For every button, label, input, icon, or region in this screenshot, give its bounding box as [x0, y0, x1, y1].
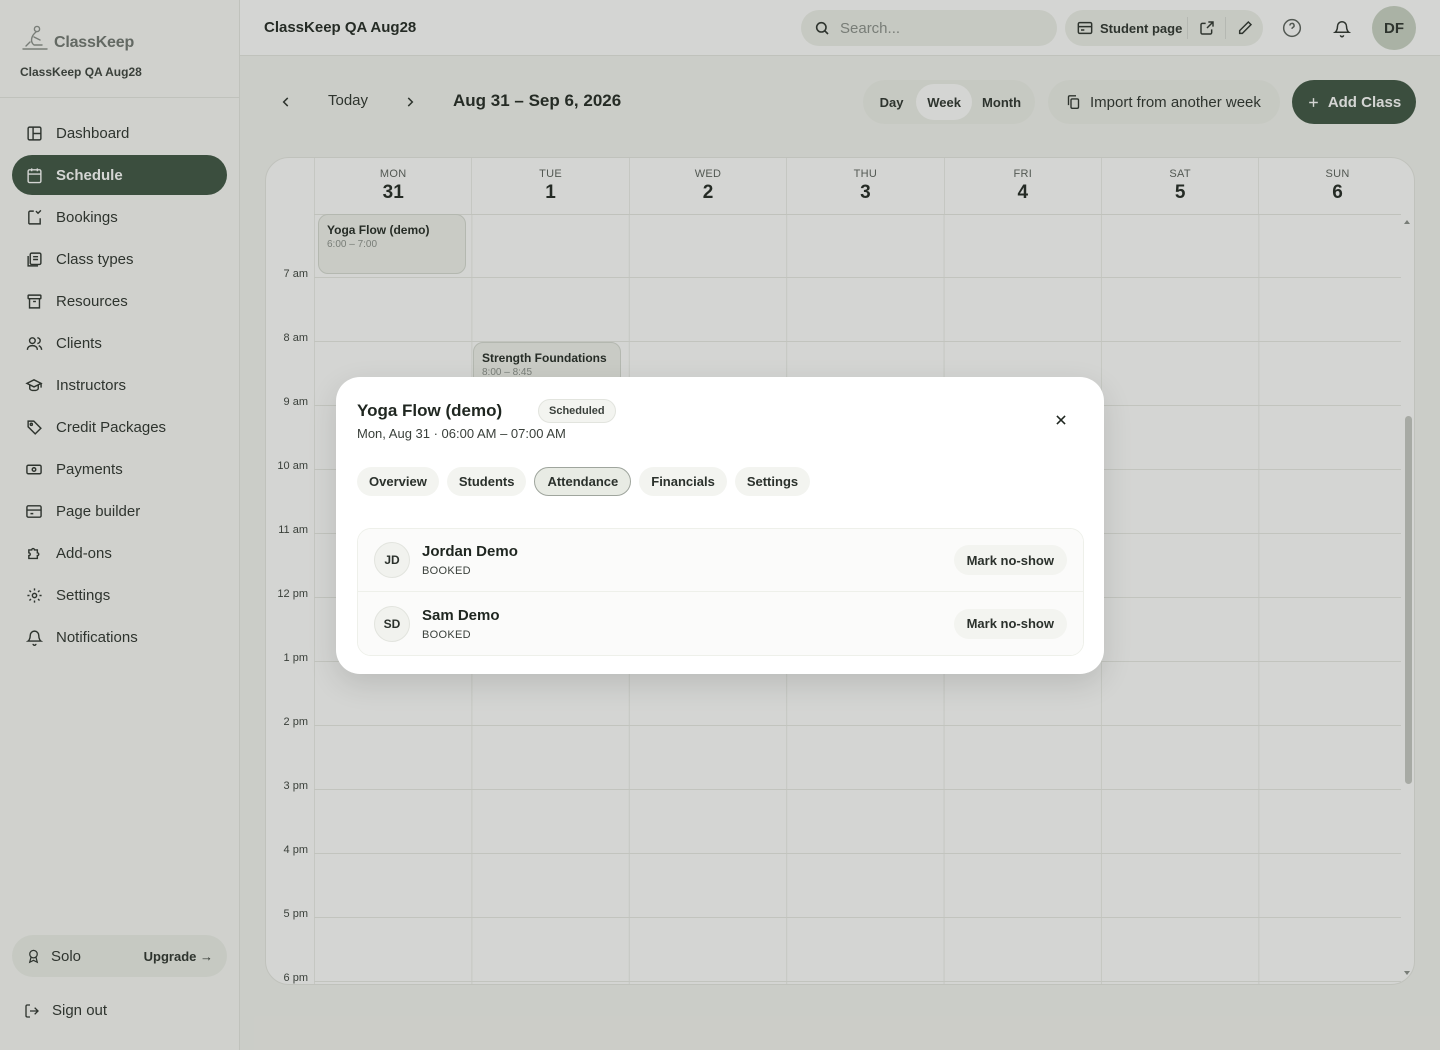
attendee-name: Jordan Demo: [422, 543, 518, 560]
dialog-subtitle: Mon, Aug 31 · 06:00 AM – 07:00 AM: [357, 426, 566, 441]
tab-financials[interactable]: Financials: [639, 467, 727, 496]
attendee-name: Sam Demo: [422, 606, 500, 624]
tab-attendance[interactable]: Attendance: [534, 467, 632, 496]
class-details-dialog: Yoga Flow (demo) Scheduled Mon, Aug 31 ·…: [336, 377, 1104, 674]
attendee-row: JD Jordan Demo BOOKED Mark no-show: [358, 529, 1083, 592]
mark-no-show-button[interactable]: Mark no-show: [953, 545, 1067, 575]
close-button[interactable]: [1050, 409, 1072, 431]
attendance-list: JD Jordan Demo BOOKED Mark no-show SD Sa…: [357, 528, 1084, 656]
tab-students[interactable]: Students: [446, 467, 527, 496]
mark-no-show-button[interactable]: Mark no-show: [953, 608, 1067, 639]
avatar: JD: [374, 542, 410, 578]
tab-settings[interactable]: Settings: [734, 467, 811, 496]
avatar: SD: [374, 605, 410, 642]
dialog-tabs: Overview Students Attendance Financials …: [357, 467, 811, 496]
attendee-status: BOOKED: [422, 628, 471, 641]
dialog-title: Yoga Flow (demo): [357, 401, 503, 420]
attendee-info: Sam Demo BOOKED: [422, 607, 954, 641]
attendee-status: BOOKED: [422, 565, 471, 577]
status-badge: Scheduled: [538, 399, 616, 423]
attendee-row: SD Sam Demo BOOKED Mark no-show: [358, 592, 1083, 655]
attendee-info: Jordan Demo BOOKED: [422, 543, 954, 577]
tab-overview[interactable]: Overview: [357, 467, 439, 496]
close-icon: [1054, 413, 1068, 427]
